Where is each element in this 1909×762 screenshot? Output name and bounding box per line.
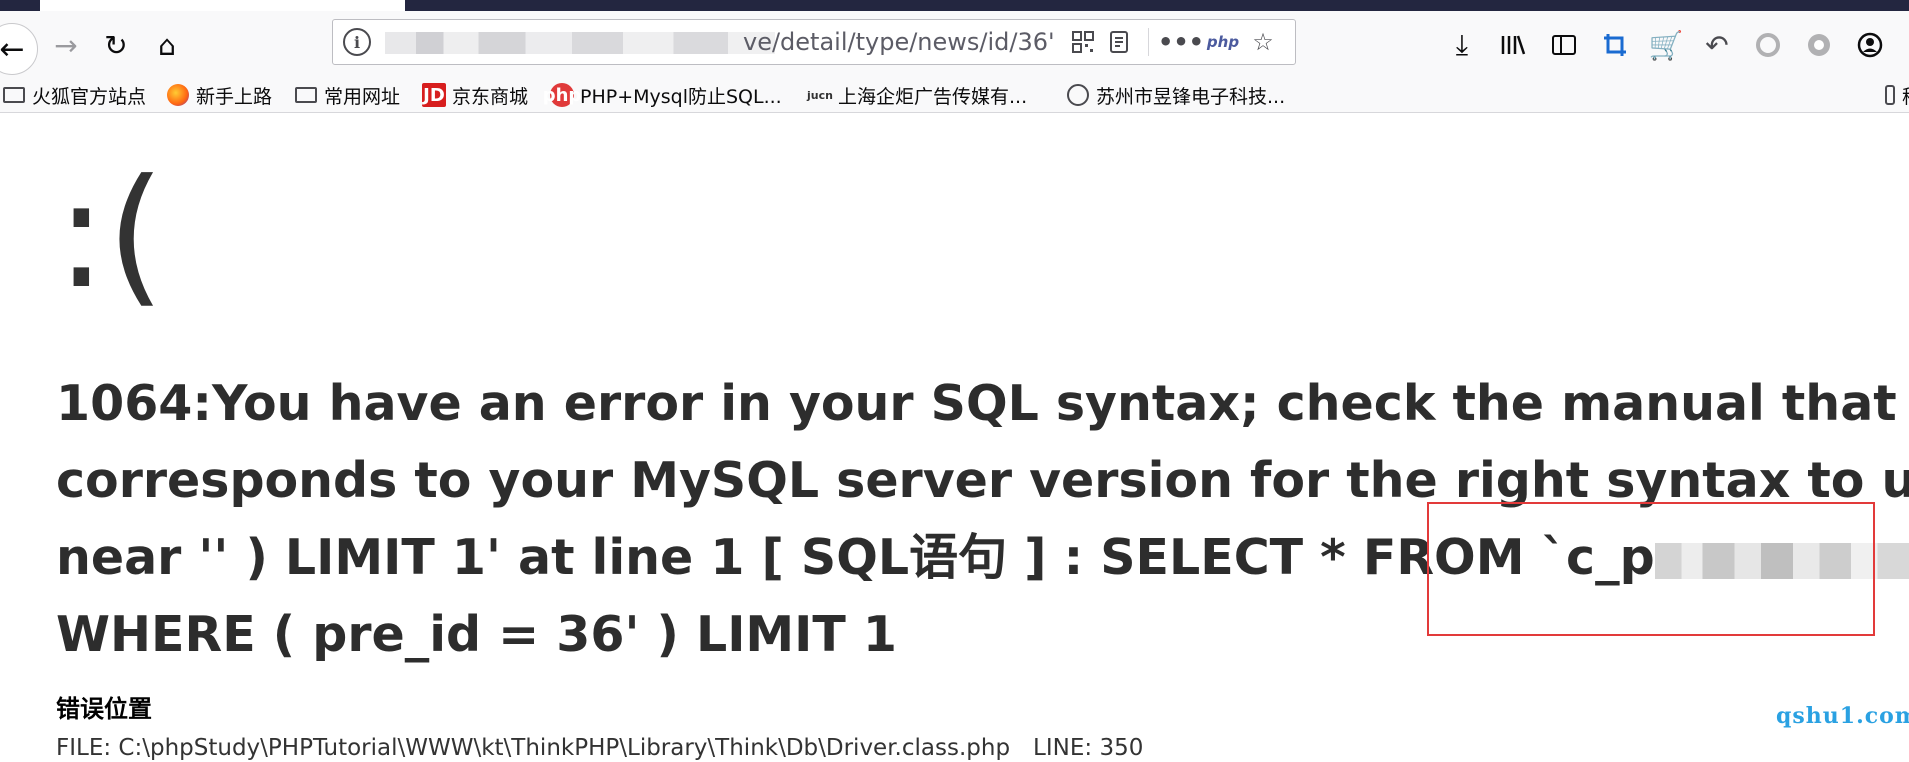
- account-button[interactable]: [1848, 23, 1892, 67]
- extension-icon: [1808, 34, 1830, 56]
- sidebar-icon: [1552, 35, 1576, 55]
- reload-icon: ↻: [104, 28, 128, 62]
- bookmark-label: 京东商城: [452, 85, 529, 108]
- error-line: near '' ) LIMIT 1' at line 1 [ SQL语句 ] :…: [56, 529, 1655, 586]
- extension-button[interactable]: [1797, 23, 1841, 67]
- library-button[interactable]: [1491, 23, 1535, 67]
- back-arrow-icon: ←: [0, 31, 25, 67]
- folder-icon: [2, 83, 26, 107]
- error-line: WHERE ( pre_id = 36' ) LIMIT 1: [56, 606, 897, 663]
- watermark: qshu1.com: [1776, 703, 1909, 729]
- bookmark-item[interactable]: php PHP+Mysql防止SQL...: [542, 81, 782, 109]
- highlight-box: [1427, 502, 1875, 636]
- bookmark-label: 上海企炬广告传媒有...: [838, 85, 1028, 108]
- forward-arrow-icon: →: [54, 28, 78, 62]
- cart-icon: 🛒: [1648, 28, 1684, 62]
- account-icon: [1857, 32, 1883, 58]
- library-icon: [1501, 35, 1526, 55]
- bookmark-label: 常用网址: [324, 85, 401, 108]
- navigation-toolbar: ← → ↻ ⌂ i ve/detail/type/news/id/36' •••…: [0, 11, 1909, 79]
- php-icon[interactable]: php: [1207, 26, 1239, 58]
- undo-button[interactable]: ↶: [1695, 23, 1739, 67]
- bookmark-item[interactable]: 苏州市昱锋电子科技...: [1066, 81, 1285, 109]
- home-icon: ⌂: [158, 28, 176, 62]
- window-top-strip: [0, 0, 1909, 11]
- sidebar-button[interactable]: [1542, 23, 1586, 67]
- more-icon[interactable]: •••: [1158, 26, 1204, 58]
- home-button[interactable]: ⌂: [145, 23, 189, 67]
- jucn-icon: jucn: [807, 88, 833, 102]
- urlbar-separator: [1148, 28, 1149, 56]
- bookmark-item[interactable]: 火狐官方站点: [2, 81, 146, 109]
- crop-button[interactable]: [1593, 23, 1637, 67]
- active-tab[interactable]: [40, 0, 405, 11]
- bookmark-label: 移: [1902, 82, 1909, 109]
- bookmark-item[interactable]: 常用网址: [294, 81, 400, 109]
- bookmark-item[interactable]: JD 京东商城: [422, 81, 528, 109]
- reload-button[interactable]: ↻: [94, 23, 138, 67]
- download-button[interactable]: ⤓: [1440, 23, 1484, 67]
- url-text[interactable]: ve/detail/type/news/id/36': [743, 28, 1055, 56]
- star-icon[interactable]: ☆: [1247, 26, 1279, 58]
- redacted-url-host: [385, 32, 775, 54]
- sad-face: :(: [56, 148, 166, 322]
- circle-icon: [1756, 33, 1780, 57]
- forward-button[interactable]: →: [44, 23, 88, 67]
- cart-button[interactable]: 🛒: [1644, 23, 1688, 67]
- error-line: 1064:You have an error in your SQL synta…: [56, 375, 1897, 432]
- bookmark-label: 火狐官方站点: [32, 85, 147, 108]
- error-position-title: 错误位置: [56, 695, 152, 723]
- bookmark-label: 苏州市昱锋电子科技...: [1096, 85, 1286, 108]
- bookmark-label: PHP+Mysql防止SQL...: [580, 85, 782, 108]
- folder-icon: [294, 83, 318, 107]
- bookmark-item-overflow[interactable]: 移: [1884, 81, 1909, 109]
- jd-icon: JD: [422, 83, 446, 107]
- reader-view-icon[interactable]: [1103, 26, 1135, 58]
- globe-icon: [1066, 83, 1090, 107]
- address-bar[interactable]: i ve/detail/type/news/id/36' ••• php ☆: [332, 19, 1296, 65]
- crop-icon: [1604, 34, 1626, 56]
- qr-code-icon[interactable]: [1067, 26, 1099, 58]
- bookmark-item[interactable]: jucn 上海企炬广告传媒有...: [807, 81, 1028, 109]
- site-info-icon[interactable]: i: [343, 28, 371, 56]
- back-button[interactable]: ←: [0, 23, 38, 75]
- php-site-icon: php: [542, 83, 582, 107]
- error-line: corresponds to your MySQL server version…: [56, 452, 1909, 509]
- bookmark-label: 新手上路: [196, 85, 273, 108]
- undo-icon: ↶: [1705, 28, 1729, 62]
- download-icon: ⤓: [1455, 28, 1469, 61]
- firefox-icon: [166, 83, 190, 107]
- bookmark-item[interactable]: 新手上路: [166, 81, 272, 109]
- circle-button[interactable]: [1746, 23, 1790, 67]
- mobile-icon: [1884, 83, 1896, 107]
- error-file-line: FILE: C:\phpStudy\PHPTutorial\WWW\kt\Thi…: [56, 735, 1144, 761]
